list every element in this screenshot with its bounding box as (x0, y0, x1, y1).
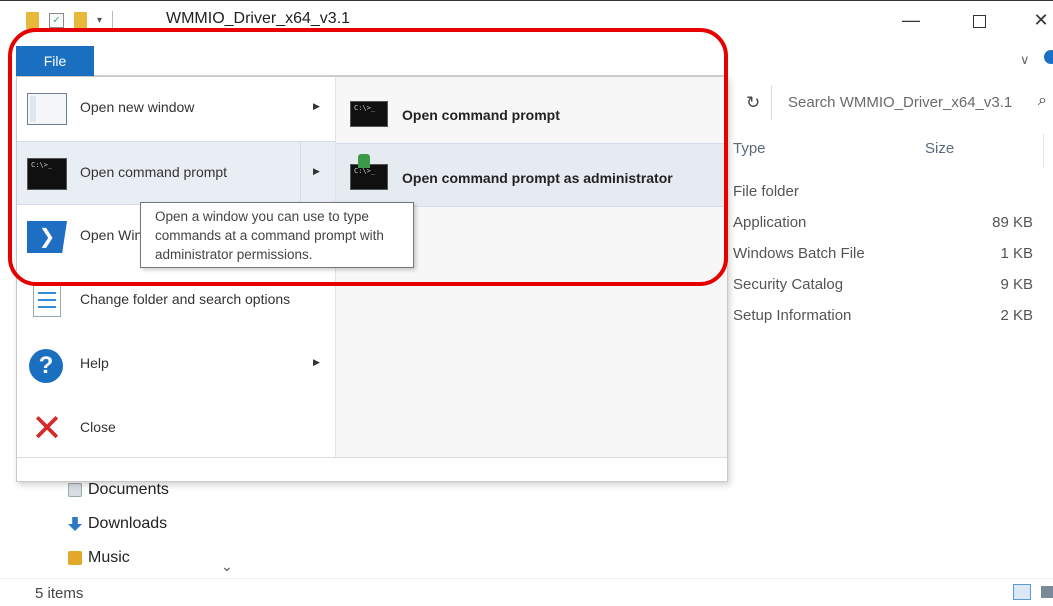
music-icon (68, 551, 82, 565)
tab-file[interactable]: File (16, 46, 94, 76)
tooltip: Open a window you can use to type comman… (140, 202, 414, 268)
close-icon: ✕ (31, 408, 63, 450)
file-row[interactable]: Windows Batch File 1 KB (733, 240, 1053, 270)
column-header-type[interactable]: Type (733, 140, 766, 157)
submenu-item-label: Open command prompt as administrator (402, 170, 673, 186)
file-size: 1 KB (1000, 245, 1033, 262)
item-count: 5 items (35, 585, 84, 602)
file-type: Security Catalog (733, 276, 844, 293)
menu-item-label: Open new window (80, 99, 195, 115)
new-folder-icon[interactable] (74, 11, 87, 29)
menu-item-label: Close (80, 419, 116, 435)
menu-item-help[interactable]: ? Help ▶ (17, 333, 335, 397)
toolbar-divider (112, 11, 114, 29)
menu-item-label: Open command prompt (80, 164, 228, 180)
help-icon[interactable] (1044, 50, 1053, 64)
file-type: Application (733, 214, 807, 231)
nav-item-label: Downloads (88, 515, 168, 532)
menu-item-folder-options[interactable]: Change folder and search options (17, 269, 335, 333)
command-prompt-icon: C:\>_ (27, 158, 67, 190)
folder-icon[interactable] (26, 11, 39, 29)
submenu-item-open-command-prompt-admin[interactable]: C:\>_ Open command prompt as administrat… (336, 143, 728, 207)
refresh-icon[interactable]: ↻ (746, 93, 760, 113)
help-icon: ? (29, 349, 63, 383)
documents-icon (68, 483, 82, 497)
submenu-item-label: Open command prompt (402, 107, 560, 123)
nav-item-label: Documents (88, 481, 169, 498)
window-title: WMMIO_Driver_x64_v3.1 (166, 10, 351, 27)
file-type: Windows Batch File (733, 245, 865, 262)
properties-icon[interactable]: ✓ (49, 12, 64, 28)
menu-item-label: Help (80, 355, 109, 371)
submenu-arrow-icon: ▶ (313, 357, 320, 367)
file-type: Setup Information (733, 307, 852, 324)
file-size: 2 KB (1000, 307, 1033, 324)
command-prompt-icon: C:\>_ (350, 101, 388, 127)
folder-options-icon (33, 285, 61, 317)
menu-item-open-new-window[interactable]: Open new window ▶ (17, 77, 335, 141)
scroll-down-icon[interactable]: ⌄ (221, 558, 233, 575)
nav-item-label: Music (88, 549, 130, 566)
search-input[interactable]: Search WMMIO_Driver_x64_v3.1 (771, 86, 1053, 120)
customize-toolbar-icon[interactable]: ▾ (97, 15, 102, 26)
file-row[interactable]: Application 89 KB (733, 209, 1053, 239)
nav-item-documents[interactable]: Documents (68, 481, 169, 499)
file-menu: Open new window ▶ C:\>_ Open command pro… (16, 76, 728, 482)
title-bar: ✓ ▾ WMMIO_Driver_x64_v3.1 — ✕ (0, 0, 1053, 38)
expand-ribbon-icon[interactable]: ∨ (1020, 52, 1030, 68)
menu-item-open-command-prompt[interactable]: C:\>_ Open command prompt ▶ (17, 141, 335, 206)
file-row[interactable]: File folder (733, 178, 1053, 208)
menu-item-label: Change folder and search options (80, 291, 291, 307)
menu-item-close[interactable]: ✕ Close (17, 397, 335, 461)
column-header-size[interactable]: Size (925, 140, 954, 157)
file-size: 9 KB (1000, 276, 1033, 293)
status-bar-divider (0, 578, 1053, 579)
file-size: 89 KB (992, 214, 1033, 231)
submenu-divider (300, 142, 301, 206)
file-type: File folder (733, 183, 799, 200)
file-row[interactable]: Security Catalog 9 KB (733, 271, 1053, 301)
submenu-arrow-icon: ▶ (313, 101, 320, 111)
quick-access-toolbar: ✓ ▾ (26, 11, 114, 29)
large-icons-view-icon[interactable] (1041, 586, 1053, 598)
maximize-button[interactable] (956, 5, 1002, 35)
submenu-item-open-command-prompt[interactable]: C:\>_ Open command prompt (336, 81, 728, 145)
column-divider[interactable] (1043, 134, 1044, 168)
close-window-button[interactable]: ✕ (1018, 5, 1053, 35)
submenu-arrow-icon: ▶ (313, 166, 320, 176)
admin-user-icon (358, 154, 370, 168)
details-view-icon[interactable] (1013, 584, 1031, 600)
file-menu-footer-divider (17, 457, 727, 458)
powershell-icon: ❯ (27, 221, 67, 253)
minimize-button[interactable]: — (888, 5, 934, 35)
ribbon-tab-strip (16, 46, 728, 76)
nav-item-downloads[interactable]: Downloads (68, 515, 167, 533)
file-row[interactable]: Setup Information 2 KB (733, 302, 1053, 332)
downloads-icon (68, 517, 82, 531)
search-icon[interactable]: ⌕ (1038, 92, 1047, 110)
window-icon (27, 93, 67, 125)
maximize-icon (972, 14, 986, 28)
nav-item-music[interactable]: Music (68, 549, 130, 567)
